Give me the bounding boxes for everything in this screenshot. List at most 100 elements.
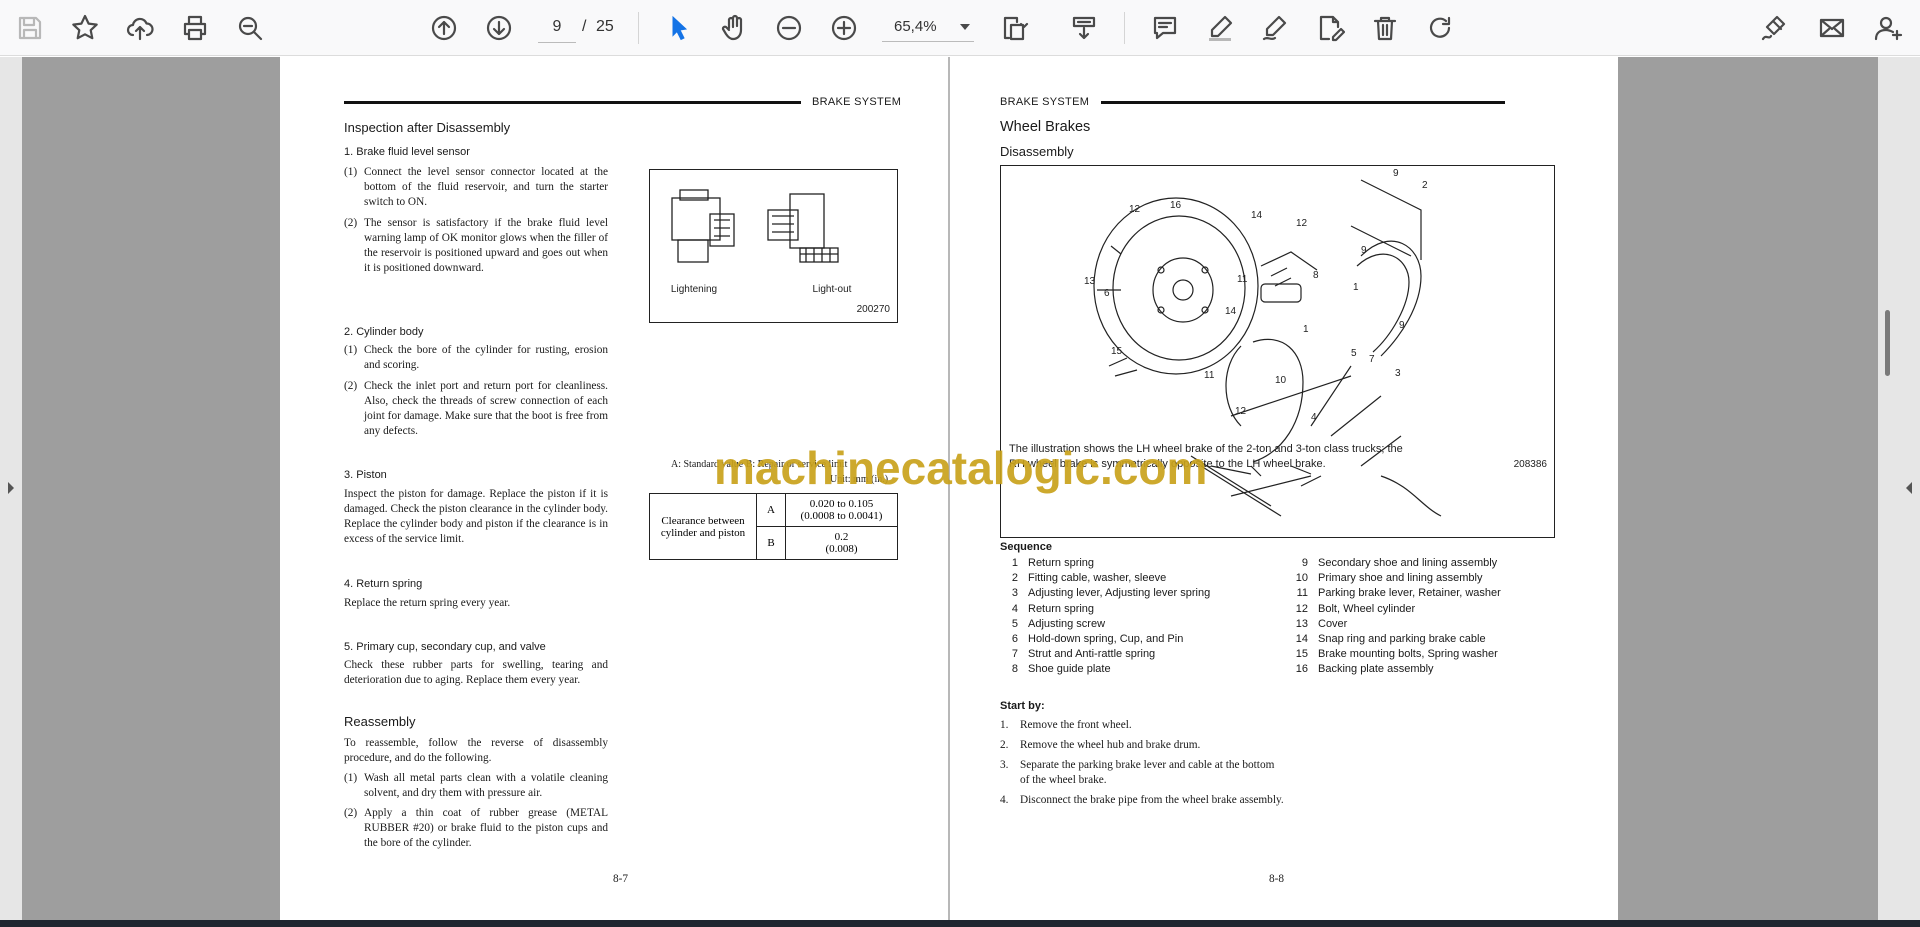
email-icon[interactable] xyxy=(1814,10,1850,46)
list-item: 1. Remove the front wheel. xyxy=(1000,718,1286,733)
redo-icon[interactable] xyxy=(1422,10,1458,46)
list-item: 2. Remove the wheel hub and brake drum. xyxy=(1000,738,1286,753)
zoom-search-icon[interactable] xyxy=(232,10,268,46)
list-item-number: 4. xyxy=(1000,794,1009,806)
list-item: 6 Hold-down spring, Cup, and Pin xyxy=(1000,632,1290,647)
diagram-label: 16 xyxy=(1170,200,1182,211)
list-item-text: Separate the parking brake lever and cab… xyxy=(1020,759,1275,786)
expand-right-icon[interactable] xyxy=(1904,480,1914,496)
sign-pen-icon[interactable] xyxy=(1756,10,1792,46)
scroll-mode-icon[interactable] xyxy=(1066,10,1102,46)
highlight-pen-icon[interactable] xyxy=(1202,10,1238,46)
page-separator: / xyxy=(582,18,587,35)
expand-left-icon[interactable] xyxy=(6,480,16,496)
list-item-number: 12 xyxy=(1295,602,1308,615)
sensor-figure: Lightening Light-out 200270 xyxy=(649,169,898,323)
diagram-label: 1 xyxy=(1353,282,1359,293)
diagram-label: 3 xyxy=(1395,368,1401,379)
save-icon[interactable] xyxy=(12,10,48,46)
edit-document-icon[interactable] xyxy=(1312,10,1348,46)
page-fit-icon[interactable] xyxy=(996,10,1032,46)
diagram-label: 4 xyxy=(1311,412,1317,423)
list-item-number: 9 xyxy=(1301,557,1308,569)
list-number: (2) xyxy=(344,217,358,229)
sequence-title: Sequence xyxy=(1000,541,1052,553)
left-panel-toggle-area[interactable] xyxy=(0,57,22,920)
paragraph: Check the bore of the cylinder for rusti… xyxy=(364,344,608,371)
vertical-scrollbar-thumb[interactable] xyxy=(1885,310,1890,376)
previous-page-icon[interactable] xyxy=(426,10,462,46)
comment-icon[interactable] xyxy=(1147,10,1183,46)
diagram-label: 1 xyxy=(1303,324,1309,335)
bookmark-star-icon[interactable] xyxy=(67,10,103,46)
diagram-label: 12 xyxy=(1296,218,1308,229)
subsection-title: Disassembly xyxy=(1000,144,1074,159)
section-title: Inspection after Disassembly xyxy=(344,120,511,135)
list-item-text: Backing plate assembly xyxy=(1318,663,1434,676)
list-item-number: 2. xyxy=(1000,739,1009,751)
list-item-text: Parking brake lever, Retainer, washer xyxy=(1318,587,1501,600)
add-user-icon[interactable] xyxy=(1870,10,1906,46)
table-cell: A xyxy=(756,493,786,527)
table-cell: 0.020 to 0.105 (0.0008 to 0.0041) xyxy=(785,493,898,527)
right-panel-toggle-area[interactable] xyxy=(1878,57,1920,920)
list-item: 7 Strut and Anti-rattle spring xyxy=(1000,647,1290,662)
paragraph: The sensor is satisfactory if the brake … xyxy=(364,217,608,274)
paragraph: Inspect the piston for damage. Replace t… xyxy=(344,488,608,545)
print-icon[interactable] xyxy=(177,10,213,46)
zoom-out-icon[interactable] xyxy=(771,10,807,46)
diagram-label: 10 xyxy=(1275,375,1287,386)
list-item-text: Primary shoe and lining assembly xyxy=(1318,572,1483,585)
list-item-text: Secondary shoe and lining assembly xyxy=(1318,557,1498,569)
list-item: 3. Separate the parking brake lever and c… xyxy=(1000,758,1286,788)
diagram-label: 11 xyxy=(1237,274,1248,285)
list-item: 4 Return spring xyxy=(1000,602,1290,617)
list-item-number: 11 xyxy=(1296,587,1308,600)
cell-value: (0.0008 to 0.0041) xyxy=(800,510,883,522)
list-item: 1 Return spring xyxy=(1000,556,1290,571)
paragraph: Replace the return spring every year. xyxy=(344,597,511,609)
draw-freehand-icon[interactable] xyxy=(1257,10,1293,46)
table-cell: 0.2 (0.008) xyxy=(785,526,898,560)
start-by-list: 1. Remove the front wheel. 2. Remove the wh… xyxy=(1000,718,1286,813)
paragraph: Check the inlet port and return port for… xyxy=(364,380,608,437)
list-item: 8 Shoe guide plate xyxy=(1000,662,1290,677)
viewer-background-right xyxy=(1618,57,1878,920)
select-cursor-icon[interactable] xyxy=(661,10,697,46)
paragraph: To reassemble, follow the reverse of dis… xyxy=(344,737,608,764)
next-page-icon[interactable] xyxy=(481,10,517,46)
table-cell: Clearance between cylinder and piston xyxy=(649,493,757,560)
diagram-label: 9 xyxy=(1393,168,1399,179)
list-item-text: Remove the wheel hub and brake drum. xyxy=(1020,739,1201,751)
section-title: Reassembly xyxy=(344,714,416,729)
header-rule xyxy=(1101,101,1505,104)
upload-cloud-icon[interactable] xyxy=(122,10,158,46)
diagram-label: 5 xyxy=(1351,348,1357,359)
zoom-in-icon[interactable] xyxy=(826,10,862,46)
diagram-label: 6 xyxy=(1104,288,1110,299)
paragraph: Check these rubber parts for swelling, t… xyxy=(344,659,608,686)
toolbar-divider xyxy=(638,12,639,44)
watermark-text: machinecatalogic.com xyxy=(714,442,1208,494)
page-header: BRAKE SYSTEM xyxy=(812,96,902,108)
list-item-number: 5 xyxy=(1011,617,1018,630)
page-number-input[interactable]: 9 xyxy=(538,12,576,43)
zoom-level-dropdown[interactable]: 65,4% xyxy=(882,12,974,42)
sensor-illustration: Lightening Light-out 200270 xyxy=(671,189,890,315)
hand-tool-icon[interactable] xyxy=(716,10,752,46)
viewer-background-left xyxy=(22,57,280,920)
diagram-label: 9 xyxy=(1399,320,1405,331)
document-viewer[interactable]: BRAKE SYSTEM Inspection after Disassembl… xyxy=(0,57,1920,920)
sequence-list-right: 9 Secondary shoe and lining assembly 10 Pri… xyxy=(1290,556,1590,678)
list-number: (1) xyxy=(344,166,358,178)
list-number: (2) xyxy=(344,807,358,819)
chevron-down-icon xyxy=(960,24,970,30)
page-number: 8-8 xyxy=(1269,873,1285,885)
list-item-text: Disconnect the brake pipe from the wheel… xyxy=(1020,794,1284,806)
section-title: Wheel Brakes xyxy=(1000,119,1091,135)
diagram-label: 12 xyxy=(1235,406,1247,417)
delete-trash-icon[interactable] xyxy=(1367,10,1403,46)
list-item-number: 7 xyxy=(1011,648,1018,661)
list-item-text: Cover xyxy=(1318,617,1348,630)
diagram-label: 8 xyxy=(1313,270,1319,281)
